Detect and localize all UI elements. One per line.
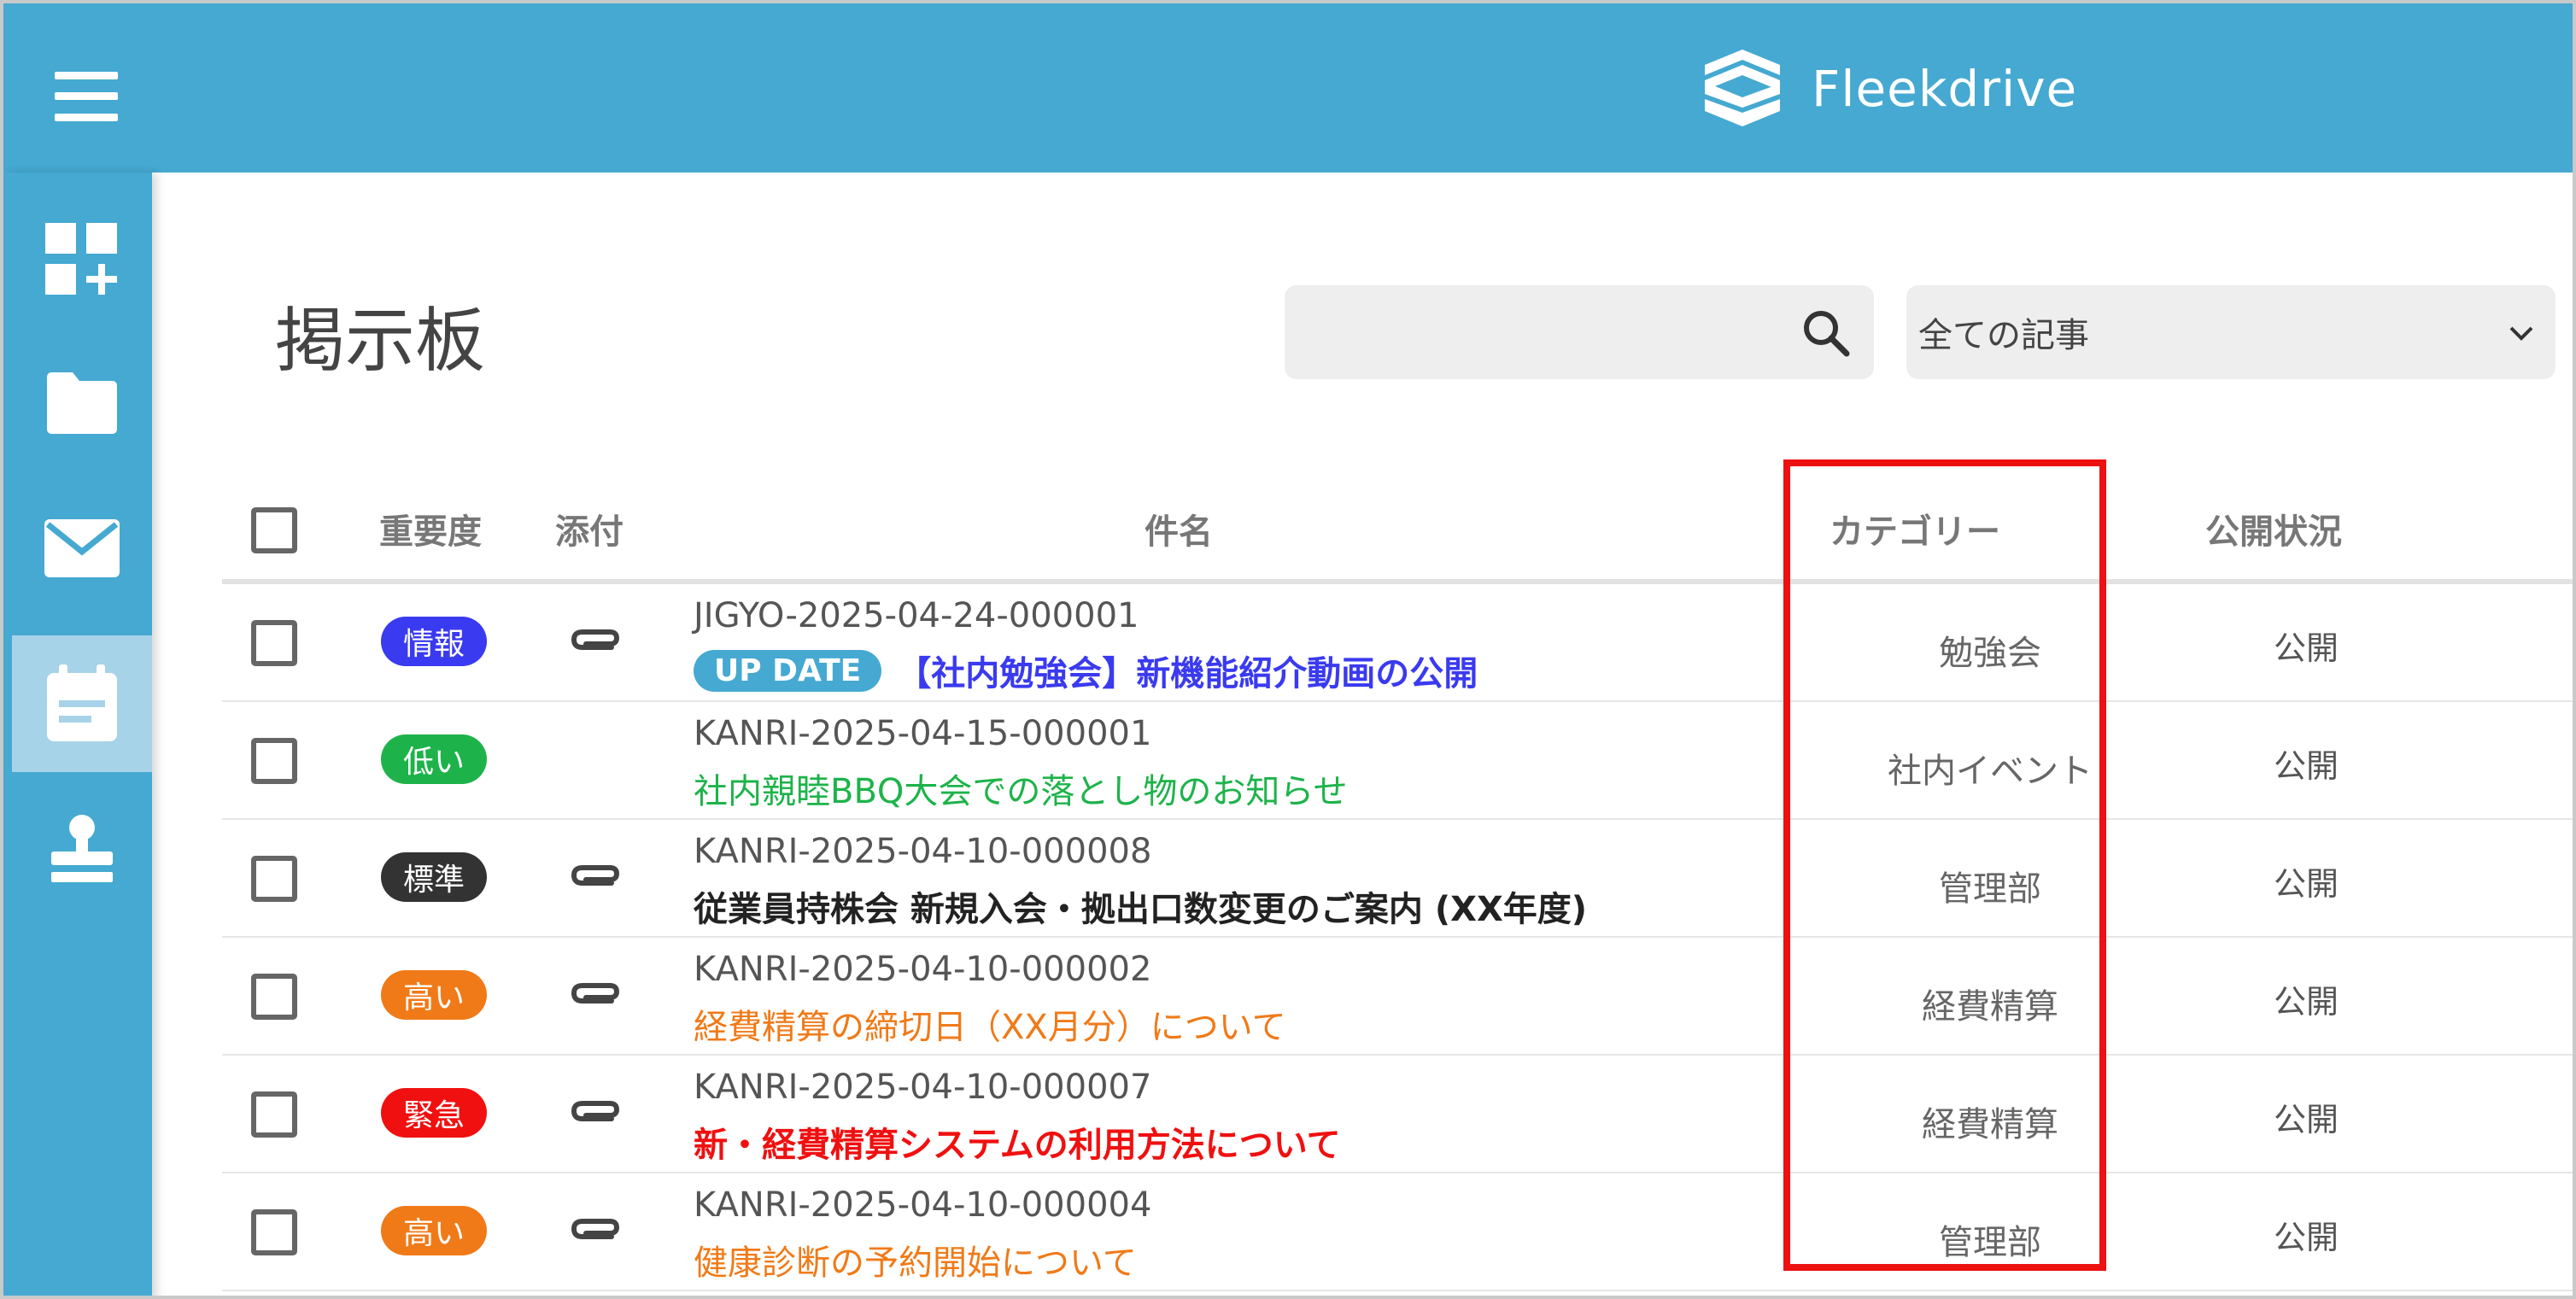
paperclip-icon: [567, 1211, 624, 1249]
row-checkbox[interactable]: [251, 974, 297, 1020]
paperclip-icon: [567, 622, 624, 659]
subject-text: 社内親睦BBQ大会での落とし物のお知らせ: [694, 772, 1348, 811]
document-id: JIGYO-2025-04-24-000001: [694, 596, 1139, 635]
paperclip-icon: [567, 1093, 624, 1131]
table-body: 情報 JIGYO-2025-04-24-000001 UP DATE 【社内勉強会】新…: [222, 584, 2573, 1291]
select-all-checkbox[interactable]: [251, 507, 297, 553]
article-filter-select[interactable]: 全ての記事: [1906, 285, 2556, 379]
folder-icon: [47, 372, 117, 434]
table-row[interactable]: 情報 JIGYO-2025-04-24-000001 UP DATE 【社内勉強会】新…: [222, 584, 2573, 702]
category-column-highlight: [1783, 459, 2106, 1271]
subject-text: 【社内勉強会】新機能紹介動画の公開: [897, 654, 1478, 693]
subject-link[interactable]: 社内親睦BBQ大会での落とし物のお知らせ: [694, 764, 1348, 813]
page-title: 掲示板: [275, 301, 486, 382]
sidebar-item-mail[interactable]: [12, 480, 152, 617]
app-logo: Fleekdrive: [1699, 46, 2077, 132]
row-checkbox[interactable]: [251, 620, 297, 666]
subject-link[interactable]: UP DATE 【社内勉強会】新機能紹介動画の公開: [694, 646, 1478, 695]
table-row[interactable]: 高い KANRI-2025-04-10-000004 健康診断の予約開始について 管理…: [222, 1173, 2573, 1291]
status-cell: 公開: [2273, 1101, 2339, 1138]
app-name: Fleekdrive: [1812, 60, 2078, 118]
calendar-board-icon: [47, 664, 117, 741]
dashboard-add-icon: [45, 223, 117, 295]
importance-badge: 高い: [381, 1206, 487, 1255]
top-bar: Fleekdrive: [3, 3, 2573, 173]
document-id: KANRI-2025-04-15-000001: [694, 714, 1152, 753]
header-attachment[interactable]: 添付: [555, 504, 624, 553]
mail-icon: [44, 519, 120, 577]
row-checkbox[interactable]: [251, 1091, 297, 1138]
header-status[interactable]: 公開状況: [2205, 504, 2342, 553]
subject-text: 従業員持株会 新規入会・拠出口数変更のご案内 (XX年度): [694, 890, 1588, 929]
importance-badge: 高い: [381, 970, 487, 1020]
table-row[interactable]: 低い KANRI-2025-04-15-000001 社内親睦BBQ大会での落とし物…: [222, 702, 2573, 820]
status-cell: 公開: [2273, 747, 2339, 785]
document-id: KANRI-2025-04-10-000002: [694, 950, 1152, 989]
sidebar: [3, 173, 152, 1296]
status-cell: 公開: [2273, 1219, 2339, 1256]
hamburger-menu-icon[interactable]: [55, 72, 118, 121]
paperclip-icon: [567, 975, 624, 1013]
paperclip-icon: [567, 857, 624, 895]
sidebar-item-folder[interactable]: [12, 335, 152, 471]
status-cell: 公開: [2273, 865, 2339, 903]
status-cell: 公開: [2273, 629, 2339, 667]
importance-badge: 緊急: [381, 1088, 487, 1138]
subject-text: 経費精算の締切日（XX月分）について: [694, 1008, 1286, 1047]
table-row[interactable]: 緊急 KANRI-2025-04-10-000007 新・経費精算システムの利用方法…: [222, 1056, 2573, 1173]
update-tag: UP DATE: [694, 649, 882, 692]
chevron-down-icon: [2509, 326, 2533, 341]
subject-link[interactable]: 経費精算の締切日（XX月分）について: [694, 999, 1286, 1049]
table-row[interactable]: 高い KANRI-2025-04-10-000002 経費精算の締切日（XX月分）に…: [222, 938, 2573, 1056]
sidebar-item-bulletin-board[interactable]: [12, 635, 152, 772]
table-header: 重要度 添付 件名 カテゴリー 公開状況: [222, 454, 2573, 584]
document-id: KANRI-2025-04-10-000007: [694, 1068, 1152, 1107]
stamp-icon: [51, 815, 113, 882]
subject-link[interactable]: 新・経費精算システムの利用方法について: [694, 1117, 1341, 1167]
sidebar-item-dashboard-add[interactable]: [12, 191, 152, 328]
subject-text: 健康診断の予約開始について: [694, 1243, 1137, 1283]
table-row[interactable]: 標準 KANRI-2025-04-10-000008 従業員持株会 新規入会・拠出口…: [222, 820, 2573, 938]
importance-badge: 低い: [381, 734, 487, 784]
filter-selected-value: 全ての記事: [1918, 316, 2089, 355]
importance-badge: 情報: [381, 617, 487, 666]
document-id: KANRI-2025-04-10-000008: [694, 832, 1152, 871]
search-box: [1285, 285, 1874, 379]
status-cell: 公開: [2273, 983, 2339, 1021]
app-window: Fleekdrive 掲示板 全ての記事 重要度 添付 件名 カテゴリー 公開状…: [0, 0, 2576, 1299]
row-checkbox[interactable]: [251, 1209, 297, 1255]
main-content: 掲示板 全ての記事 重要度 添付 件名 カテゴリー 公開状況 情報 JIGYO-…: [152, 173, 2573, 1296]
subject-link[interactable]: 従業員持株会 新規入会・拠出口数変更のご案内 (XX年度): [694, 881, 1587, 931]
header-subject[interactable]: 件名: [1145, 504, 1213, 553]
bulletin-table: 重要度 添付 件名 カテゴリー 公開状況 情報 JIGYO-2025-04-24-…: [222, 454, 2573, 1291]
header-importance[interactable]: 重要度: [379, 504, 482, 553]
subject-text: 新・経費精算システムの利用方法について: [694, 1126, 1341, 1165]
subject-link[interactable]: 健康診断の予約開始について: [694, 1235, 1137, 1284]
search-icon[interactable]: [1800, 307, 1852, 359]
importance-badge: 標準: [381, 852, 487, 902]
search-input[interactable]: [1305, 285, 1783, 379]
sidebar-item-stamp[interactable]: [12, 781, 152, 917]
row-checkbox[interactable]: [251, 856, 297, 902]
fleekdrive-logo-icon: [1705, 50, 1780, 126]
document-id: KANRI-2025-04-10-000004: [694, 1185, 1152, 1225]
row-checkbox[interactable]: [251, 738, 297, 784]
